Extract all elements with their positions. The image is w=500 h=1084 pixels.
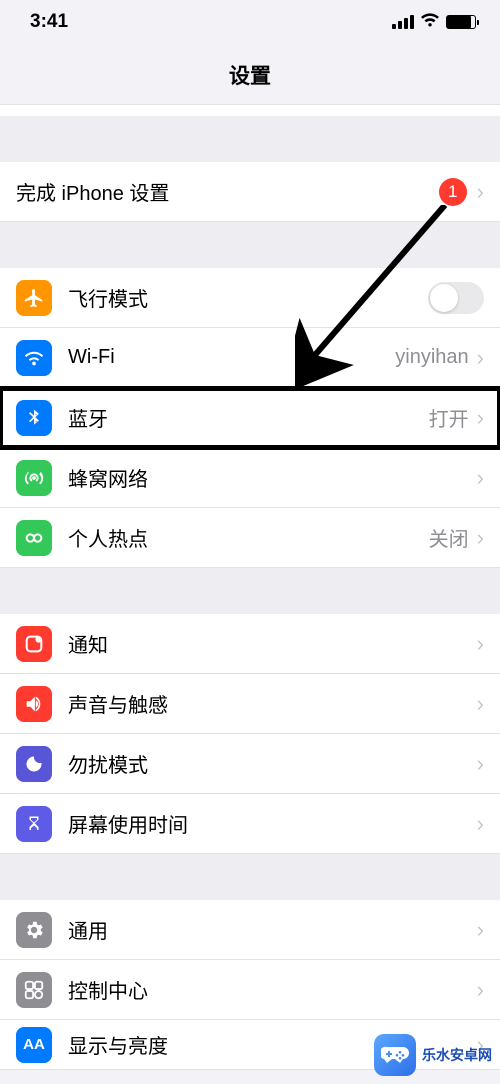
chevron-right-icon: › <box>477 811 484 837</box>
bluetooth-icon <box>16 400 52 436</box>
watermark: 乐水安卓网 <box>374 1034 492 1076</box>
screentime-row[interactable]: 屏幕使用时间 › <box>0 794 500 854</box>
cellular-row[interactable]: 蜂窝网络 › <box>0 448 500 508</box>
control-center-icon <box>16 972 52 1008</box>
page-title: 设置 <box>0 44 500 104</box>
chevron-right-icon: › <box>477 345 484 371</box>
cellular-signal-icon <box>392 15 414 29</box>
control-center-label: 控制中心 <box>68 975 477 1004</box>
display-icon: AA <box>16 1027 52 1063</box>
finish-setup-row[interactable]: 完成 iPhone 设置 1 › <box>0 162 500 222</box>
chevron-right-icon: › <box>477 525 484 551</box>
cellular-label: 蜂窝网络 <box>68 463 477 492</box>
watermark-text: 乐水安卓网 <box>422 1045 492 1065</box>
cellular-icon <box>16 460 52 496</box>
chevron-right-icon: › <box>477 751 484 777</box>
bluetooth-row[interactable]: 蓝牙 打开 › <box>0 388 500 448</box>
sound-icon <box>16 686 52 722</box>
chevron-right-icon: › <box>477 917 484 943</box>
chevron-right-icon: › <box>477 691 484 717</box>
gear-icon <box>16 912 52 948</box>
dnd-row[interactable]: 勿扰模式 › <box>0 734 500 794</box>
wifi-icon <box>420 12 440 33</box>
battery-icon <box>446 15 476 29</box>
hotspot-label: 个人热点 <box>68 523 429 552</box>
bluetooth-label: 蓝牙 <box>68 403 429 432</box>
control-center-row[interactable]: 控制中心 › <box>0 960 500 1020</box>
notifications-icon <box>16 626 52 662</box>
hotspot-row[interactable]: 个人热点 关闭 › <box>0 508 500 568</box>
bluetooth-value: 打开 <box>429 403 469 432</box>
airplane-toggle[interactable] <box>428 282 484 314</box>
dnd-label: 勿扰模式 <box>68 749 477 778</box>
wifi-settings-icon <box>16 340 52 376</box>
general-row[interactable]: 通用 › <box>0 900 500 960</box>
notifications-row[interactable]: 通知 › <box>0 614 500 674</box>
status-icons <box>392 12 476 33</box>
gamepad-icon <box>374 1034 416 1076</box>
chevron-right-icon: › <box>477 405 484 431</box>
wifi-row[interactable]: Wi-Fi yinyihan › <box>0 328 500 388</box>
chevron-right-icon: › <box>477 179 484 205</box>
hotspot-icon <box>16 520 52 556</box>
screentime-label: 屏幕使用时间 <box>68 809 477 838</box>
wifi-label: Wi-Fi <box>68 346 395 369</box>
general-label: 通用 <box>68 915 477 944</box>
airplane-label: 飞行模式 <box>68 283 428 312</box>
status-bar: 3:41 <box>0 0 500 44</box>
notifications-label: 通知 <box>68 629 477 658</box>
chevron-right-icon: › <box>477 465 484 491</box>
hourglass-icon <box>16 806 52 842</box>
sound-row[interactable]: 声音与触感 › <box>0 674 500 734</box>
airplane-mode-row[interactable]: 飞行模式 <box>0 268 500 328</box>
status-time: 3:41 <box>30 11 68 33</box>
wifi-value: yinyihan <box>395 346 468 369</box>
finish-setup-label: 完成 iPhone 设置 <box>16 177 439 206</box>
account-row-peek <box>0 104 500 116</box>
chevron-right-icon: › <box>477 977 484 1003</box>
chevron-right-icon: › <box>477 631 484 657</box>
moon-icon <box>16 746 52 782</box>
airplane-icon <box>16 280 52 316</box>
notification-badge: 1 <box>439 178 467 206</box>
sound-label: 声音与触感 <box>68 689 477 718</box>
hotspot-value: 关闭 <box>429 523 469 552</box>
